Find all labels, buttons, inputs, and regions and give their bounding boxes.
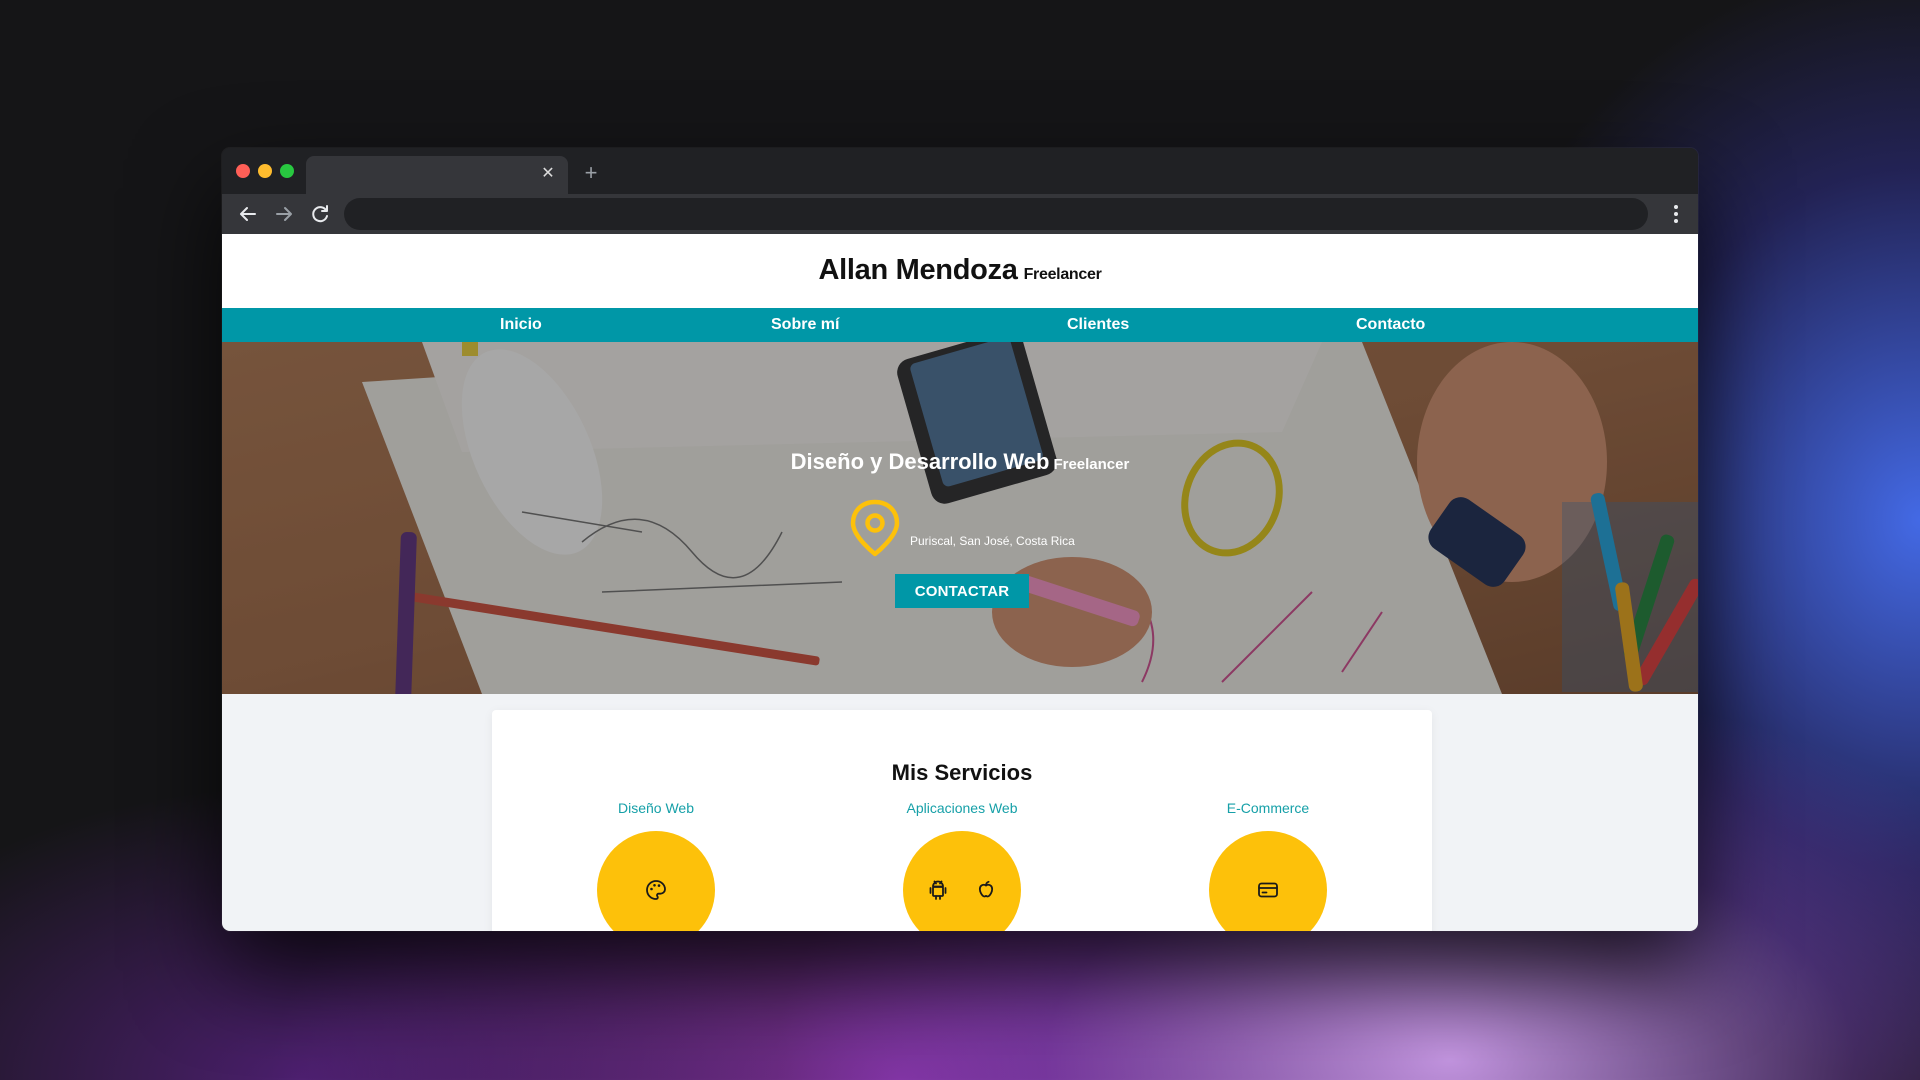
site-title: Allan Mendoza Freelancer	[818, 254, 1101, 287]
close-tab-icon[interactable]: ✕	[538, 164, 558, 184]
site-header: Allan Mendoza Freelancer	[222, 234, 1698, 308]
close-window-button[interactable]	[236, 164, 250, 178]
android-icon	[929, 880, 947, 900]
tab-strip: ✕ +	[222, 148, 1698, 194]
service-diseno-web: Diseño Web	[556, 798, 756, 931]
site-title-name: Allan Mendoza	[818, 254, 1018, 286]
browser-toolbar	[222, 194, 1698, 234]
service-label: E-Commerce	[1226, 800, 1310, 816]
services-card: Mis Servicios Diseño Web Aplicaciones We…	[492, 710, 1432, 931]
contactar-button[interactable]: CONTACTAR	[895, 574, 1029, 608]
credit-card-icon	[1258, 882, 1278, 898]
palette-icon	[646, 880, 666, 900]
hero-title: Diseño y Desarrollo Web Freelancer	[222, 449, 1698, 475]
maximize-window-button[interactable]	[280, 164, 294, 178]
hero-section: Diseño y Desarrollo Web Freelancer Purisc…	[222, 342, 1698, 694]
service-label: Aplicaciones Web	[906, 800, 1018, 816]
reload-icon[interactable]	[308, 202, 332, 226]
location-text: Puriscal, San José, Costa Rica	[910, 534, 1075, 548]
service-icon-circle	[597, 831, 715, 931]
location-pin-icon	[850, 499, 900, 557]
browser-window: ✕ + Allan Mendoza Freelancer Inicio Sobre…	[222, 148, 1698, 931]
service-icon-circle	[1209, 831, 1327, 931]
address-bar[interactable]	[344, 198, 1648, 230]
service-label: Diseño Web	[617, 800, 694, 816]
service-icon-circle	[903, 831, 1021, 931]
site-subtitle: Freelancer	[1023, 266, 1102, 283]
hero-title-sub: Freelancer	[1053, 456, 1130, 473]
browser-tab[interactable]: ✕	[306, 156, 568, 194]
more-menu-icon[interactable]	[1664, 202, 1688, 226]
apple-icon	[978, 880, 994, 898]
new-tab-icon[interactable]: +	[580, 162, 602, 184]
service-e-commerce: E-Commerce	[1168, 798, 1368, 931]
nav-link-contacto[interactable]: Contacto	[1356, 308, 1425, 342]
services-title: Mis Servicios	[891, 760, 1033, 786]
hero-content: Diseño y Desarrollo Web Freelancer Purisc…	[222, 342, 1698, 694]
minimize-window-button[interactable]	[258, 164, 272, 178]
nav-link-inicio[interactable]: Inicio	[500, 308, 542, 342]
page-viewport: Allan Mendoza Freelancer Inicio Sobre mí …	[222, 234, 1698, 931]
hero-title-main: Diseño y Desarrollo Web	[790, 449, 1050, 474]
forward-arrow-icon[interactable]	[272, 202, 296, 226]
back-arrow-icon[interactable]	[236, 202, 260, 226]
main-nav: Inicio Sobre mí Clientes Contacto	[222, 308, 1698, 342]
service-aplicaciones-web: Aplicaciones Web	[862, 798, 1062, 931]
nav-link-clientes[interactable]: Clientes	[1067, 308, 1129, 342]
nav-link-sobre-mi[interactable]: Sobre mí	[771, 308, 839, 342]
